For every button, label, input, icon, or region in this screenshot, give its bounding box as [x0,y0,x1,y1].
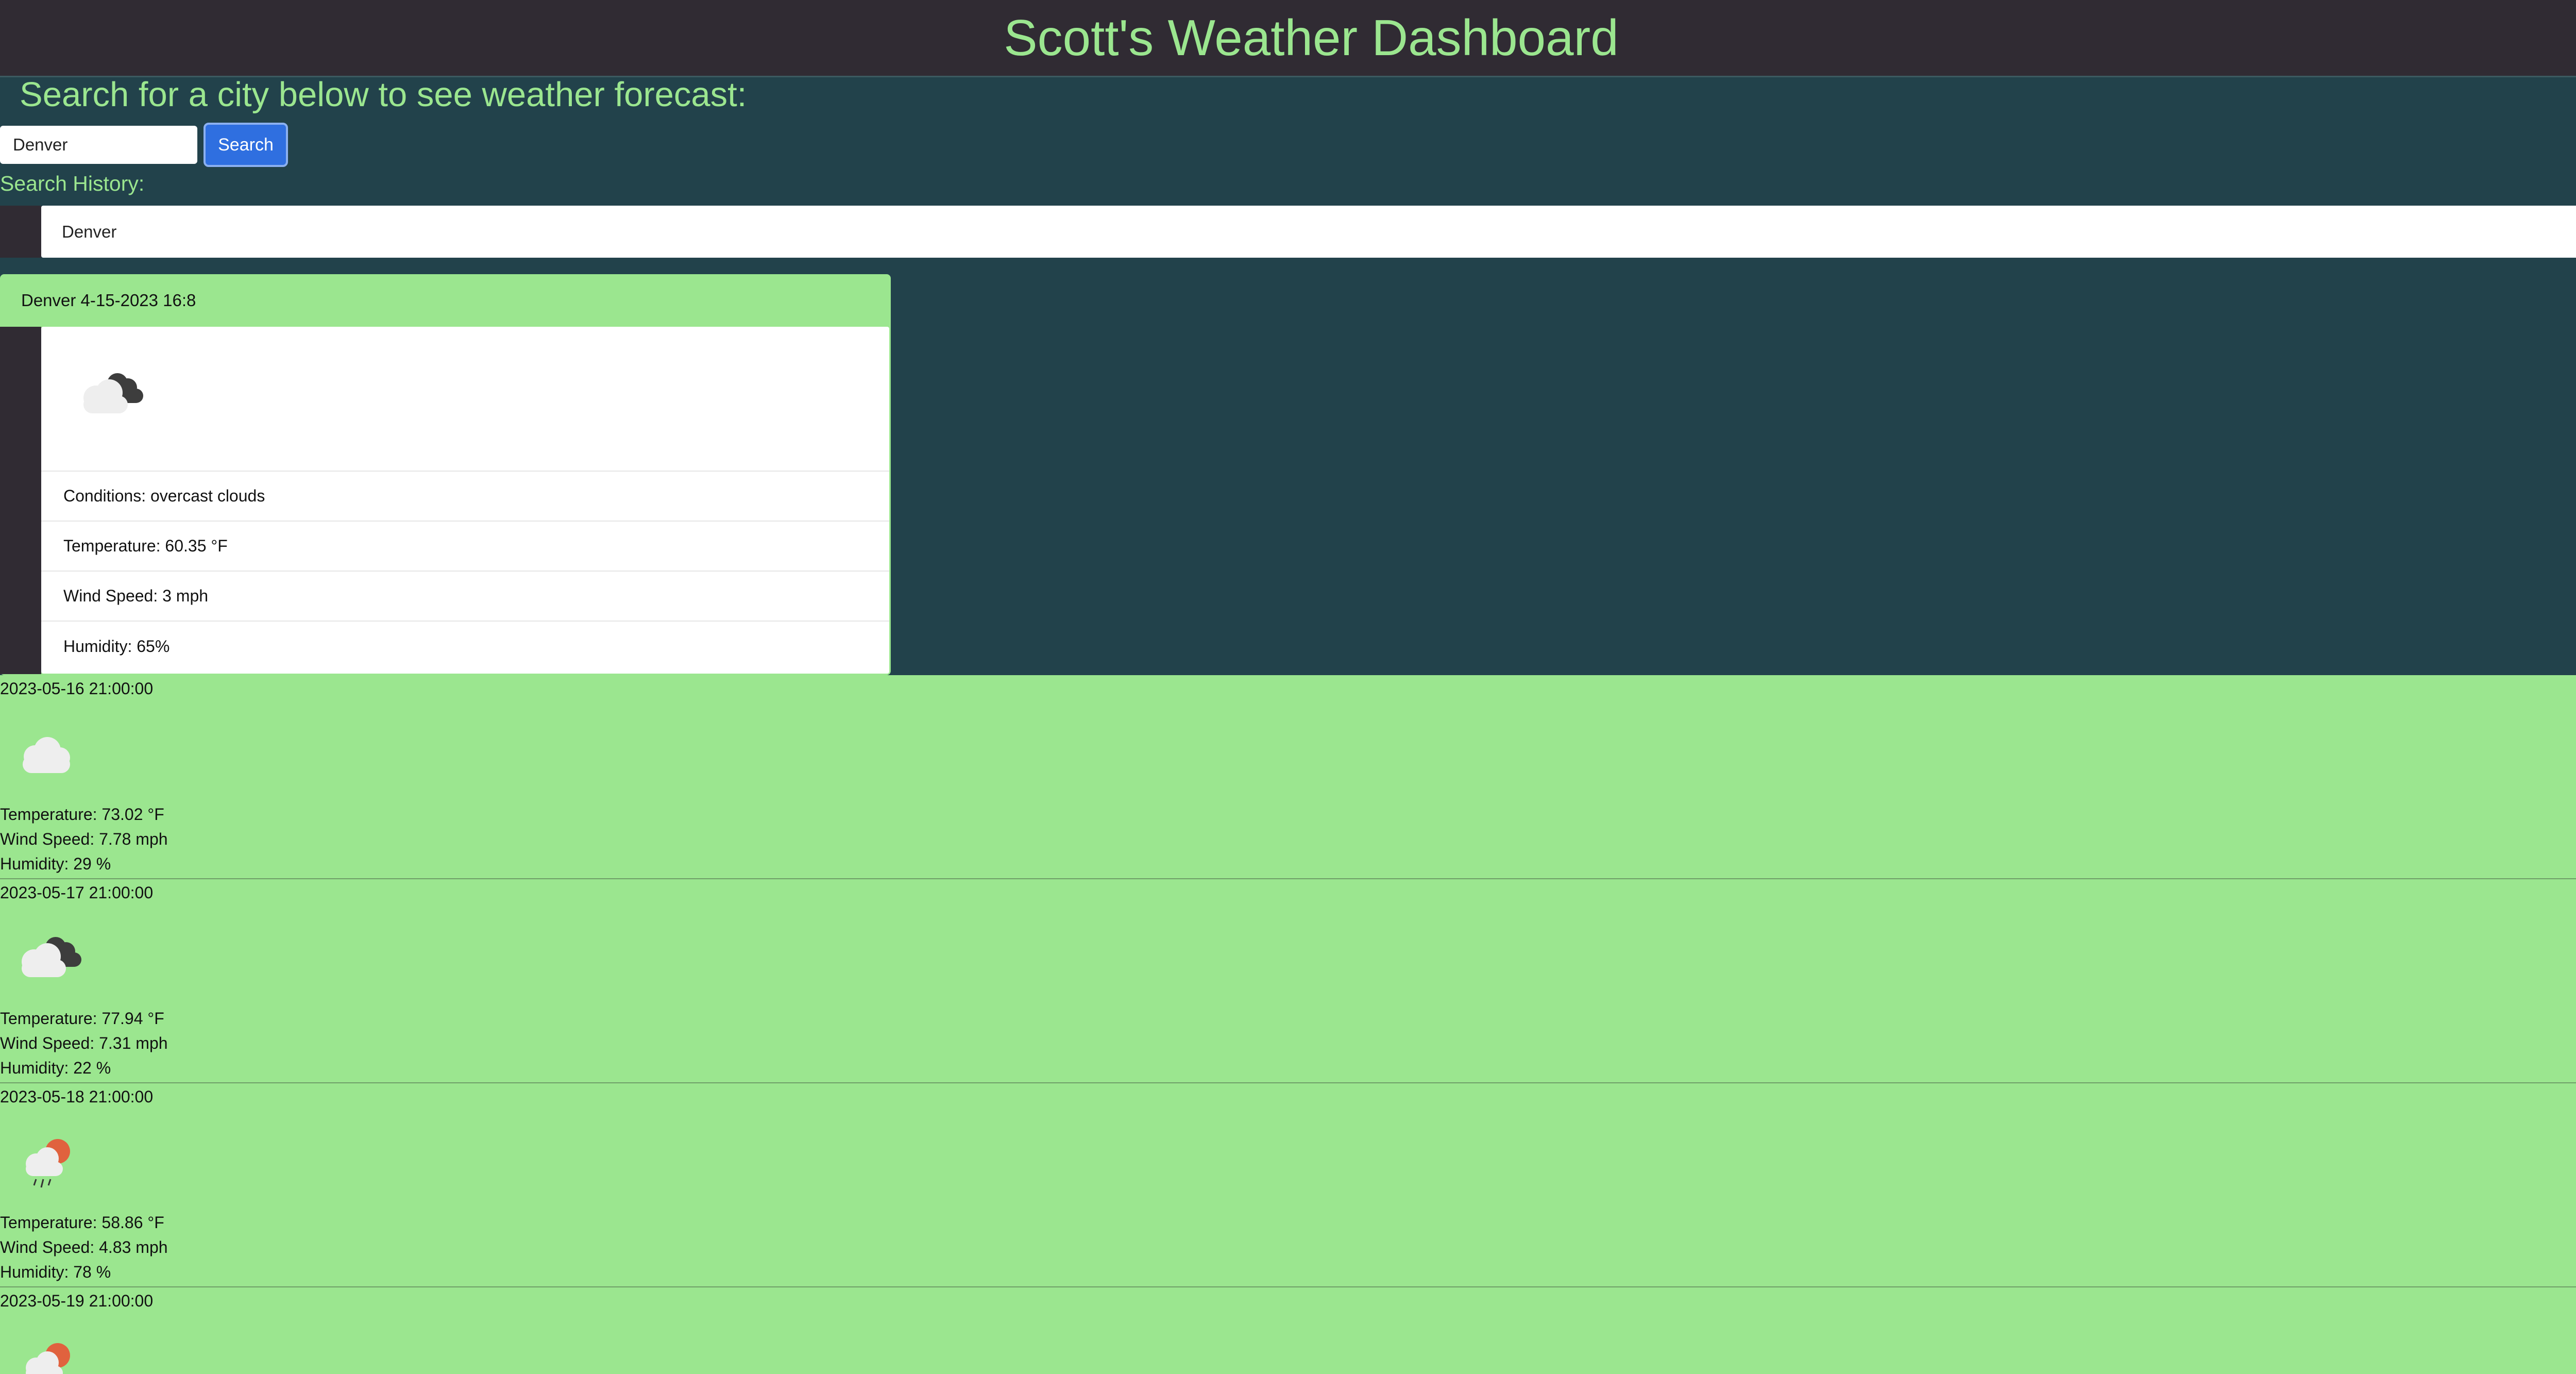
overcast-clouds-icon [83,373,143,413]
cloud-icon [23,737,70,773]
current-conditions: Conditions: overcast clouds [41,472,889,522]
search-button[interactable]: Search [204,123,288,167]
forecast-date: 2023-05-18 21:00:00 [0,1087,154,1106]
forecast-date: 2023-05-16 21:00:00 [0,679,154,698]
forecast-wind-speed: Wind Speed: 4.83 mph [0,1238,168,1256]
forecast-wind-speed: Wind Speed: 7.31 mph [0,1034,168,1052]
history-strip [0,206,41,258]
current-weather-card: Denver 4-15-2023 16:8 Conditions: overca… [0,274,891,675]
current-weather-icon-row [41,327,889,472]
forecast-item: 2023-05-17 21:00:00 Temperature: 77.94 °… [0,879,2576,1083]
search-history-label: Search History: [0,172,145,195]
current-humidity: Humidity: 65% [63,637,170,656]
forecast-wind-speed: Wind Speed: 7.78 mph [0,830,168,848]
city-search-input[interactable] [0,126,197,164]
rain-sun-icon [26,1139,70,1188]
forecast-humidity: Humidity: 29 % [0,854,111,873]
page: Scott's Weather Dashboard Search for a c… [0,0,2576,1374]
forecast-humidity: Humidity: 22 % [0,1059,111,1077]
forecast-item: 2023-05-18 21:00:00 Temperature: 58.86 °… [0,1083,2576,1287]
forecast-temperature: Temperature: 58.86 °F [0,1213,164,1232]
search-prompt: Search for a city below to see weather f… [20,75,747,114]
card-side-strip [0,327,41,674]
forecast-item: 2023-05-19 21:00:00 [0,1287,2576,1374]
history-item-denver[interactable]: Denver [41,206,2576,258]
forecast-list: 2023-05-16 21:00:00 Temperature: 73.02 °… [0,675,2576,1374]
forecast-date: 2023-05-17 21:00:00 [0,883,154,902]
forecast-temperature: Temperature: 77.94 °F [0,1009,164,1028]
forecast-humidity: Humidity: 78 % [0,1263,111,1281]
current-temperature: Temperature: 60.35 °F [41,522,889,572]
current-weather-header: Denver 4-15-2023 16:8 [21,291,196,310]
app-header: Scott's Weather Dashboard [0,0,2576,77]
forecast-temperature: Temperature: 73.02 °F [0,805,164,824]
rain-sun-icon [26,1343,70,1374]
page-title: Scott's Weather Dashboard [1004,9,1619,66]
broken-clouds-icon [22,937,81,977]
current-wind-speed: Wind Speed: 3 mph [41,572,889,622]
forecast-date: 2023-05-19 21:00:00 [0,1292,154,1310]
current-weather-list: Conditions: overcast clouds Temperature:… [41,327,889,674]
forecast-item: 2023-05-16 21:00:00 Temperature: 73.02 °… [0,675,2576,879]
